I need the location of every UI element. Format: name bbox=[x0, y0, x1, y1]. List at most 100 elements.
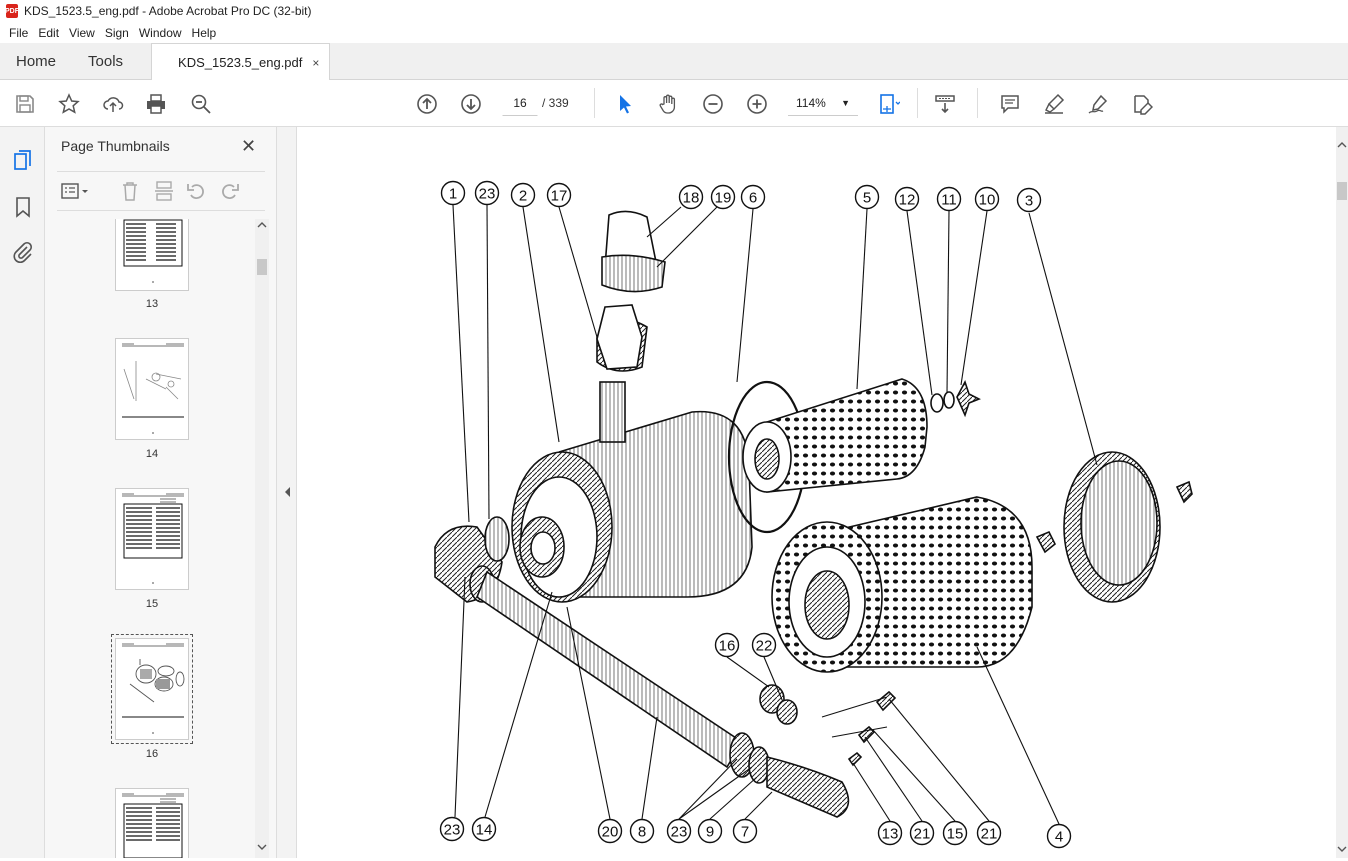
thumbnail-options-icon[interactable] bbox=[61, 180, 88, 202]
page-thumbnail[interactable] bbox=[115, 788, 189, 858]
toolbar-divider bbox=[917, 88, 918, 118]
fit-page-icon[interactable] bbox=[876, 91, 902, 117]
svg-text:12: 12 bbox=[899, 192, 916, 209]
print-icon[interactable] bbox=[143, 91, 169, 117]
hand-icon[interactable] bbox=[656, 91, 682, 117]
prev-page-icon[interactable] bbox=[414, 91, 440, 117]
zoom-level-value: 114% bbox=[796, 96, 826, 110]
page-thumbnails-icon[interactable] bbox=[11, 148, 35, 172]
callout-2: 2 bbox=[510, 182, 536, 208]
thumbnail-label: 15 bbox=[145, 598, 159, 610]
menu-view[interactable]: View bbox=[64, 26, 100, 40]
close-tab-icon[interactable]: × bbox=[312, 56, 319, 70]
page-thumbnail-selected[interactable] bbox=[111, 634, 193, 744]
zoom-out-icon[interactable] bbox=[700, 91, 726, 117]
callout-8: 8 bbox=[629, 818, 655, 844]
scroll-mode-icon[interactable] bbox=[932, 91, 958, 117]
callout-5: 5 bbox=[854, 184, 880, 210]
edit-pdf-icon[interactable] bbox=[1129, 91, 1155, 117]
zoom-in-icon[interactable] bbox=[744, 91, 770, 117]
svg-text:23: 23 bbox=[479, 186, 496, 203]
insert-page-icon[interactable] bbox=[153, 180, 175, 202]
attachments-icon[interactable] bbox=[11, 240, 35, 264]
svg-text:7: 7 bbox=[741, 824, 749, 841]
svg-text:3: 3 bbox=[1025, 193, 1033, 210]
delete-page-icon[interactable] bbox=[119, 180, 141, 202]
callout-11: 11 bbox=[936, 186, 962, 212]
toolbar-divider bbox=[594, 88, 595, 118]
callout-23: 23 bbox=[439, 816, 465, 842]
tab-home[interactable]: Home bbox=[0, 43, 72, 79]
document-viewer[interactable]: 1 23 2 17 18 19 6 5 12 11 10 3 16 22 23 14 20 8 23 9 7 13 21 15… bbox=[297, 127, 1336, 858]
find-zoom-icon[interactable] bbox=[188, 91, 214, 117]
thumbnail-scrollbar[interactable] bbox=[255, 219, 269, 858]
toolbar-divider bbox=[977, 88, 978, 118]
thumbnail-list[interactable]: 13 14 15 16 bbox=[45, 219, 263, 858]
svg-text:16: 16 bbox=[719, 638, 736, 655]
tab-document-label: KDS_1523.5_eng.pdf bbox=[178, 55, 303, 70]
svg-text:15: 15 bbox=[947, 826, 964, 843]
callout-18: 18 bbox=[678, 184, 704, 210]
page-thumbnail[interactable] bbox=[115, 488, 189, 590]
svg-text:21: 21 bbox=[981, 826, 998, 843]
svg-text:6: 6 bbox=[749, 190, 757, 207]
callout-15: 15 bbox=[942, 820, 968, 846]
menu-sign[interactable]: Sign bbox=[100, 26, 134, 40]
tab-document[interactable]: KDS_1523.5_eng.pdf × bbox=[151, 43, 331, 81]
rotate-ccw-icon[interactable] bbox=[185, 180, 207, 202]
callout-9: 9 bbox=[697, 818, 723, 844]
comment-icon[interactable] bbox=[997, 91, 1023, 117]
tab-bar: Home Tools KDS_1523.5_eng.pdf × bbox=[0, 43, 1348, 81]
menu-help[interactable]: Help bbox=[187, 26, 222, 40]
callout-21: 21 bbox=[976, 820, 1002, 846]
tab-tools[interactable]: Tools bbox=[72, 43, 139, 79]
svg-text:1: 1 bbox=[449, 186, 457, 203]
menu-file[interactable]: File bbox=[4, 26, 33, 40]
select-cursor-icon[interactable] bbox=[612, 91, 638, 117]
callout-20: 20 bbox=[597, 818, 623, 844]
callout-23: 23 bbox=[666, 818, 692, 844]
page-thumbnail[interactable] bbox=[115, 338, 189, 440]
svg-text:20: 20 bbox=[602, 824, 619, 841]
callout-7: 7 bbox=[732, 818, 758, 844]
svg-text:23: 23 bbox=[444, 822, 461, 839]
callout-12: 12 bbox=[894, 186, 920, 212]
panel-title: Page Thumbnails bbox=[61, 138, 170, 154]
svg-text:13: 13 bbox=[882, 826, 899, 843]
thumbnail-label: 14 bbox=[145, 448, 159, 460]
thumbnail-label: 16 bbox=[145, 748, 159, 760]
svg-text:8: 8 bbox=[638, 824, 646, 841]
callout-3: 3 bbox=[1016, 187, 1042, 213]
sign-icon[interactable] bbox=[1085, 91, 1111, 117]
thumbnail-tools bbox=[57, 171, 265, 211]
next-page-icon[interactable] bbox=[458, 91, 484, 117]
callout-22: 22 bbox=[751, 632, 777, 658]
page-thumbnails-panel: Page Thumbnails ✕ 13 14 15 16 bbox=[45, 127, 277, 858]
bookmarks-icon[interactable] bbox=[11, 195, 35, 219]
callout-21: 21 bbox=[909, 820, 935, 846]
callout-17: 17 bbox=[546, 182, 572, 208]
svg-text:4: 4 bbox=[1055, 829, 1063, 846]
title-bar: PDF KDS_1523.5_eng.pdf - Adobe Acrobat P… bbox=[0, 0, 1348, 22]
bookmark-star-icon[interactable] bbox=[56, 91, 82, 117]
callout-4: 4 bbox=[1046, 823, 1072, 849]
rotate-cw-icon[interactable] bbox=[219, 180, 241, 202]
zoom-level-select[interactable]: 114% ▼ bbox=[788, 90, 858, 116]
svg-text:10: 10 bbox=[979, 192, 996, 209]
acrobat-app-icon: PDF bbox=[5, 4, 19, 18]
save-icon[interactable] bbox=[12, 91, 38, 117]
callout-13: 13 bbox=[877, 820, 903, 846]
highlight-icon[interactable] bbox=[1041, 91, 1067, 117]
callout-6: 6 bbox=[740, 184, 766, 210]
menu-edit[interactable]: Edit bbox=[33, 26, 64, 40]
document-scrollbar[interactable] bbox=[1336, 127, 1348, 858]
svg-text:19: 19 bbox=[715, 190, 732, 207]
current-page-input[interactable]: 16 bbox=[502, 90, 538, 116]
close-panel-icon[interactable]: ✕ bbox=[241, 136, 256, 157]
menu-window[interactable]: Window bbox=[134, 26, 187, 40]
menu-bar: File Edit View Sign Window Help bbox=[0, 22, 1348, 43]
panel-splitter[interactable] bbox=[277, 127, 297, 858]
upload-icon[interactable] bbox=[100, 91, 126, 117]
callout-19: 19 bbox=[710, 184, 736, 210]
page-thumbnail[interactable] bbox=[115, 219, 189, 291]
